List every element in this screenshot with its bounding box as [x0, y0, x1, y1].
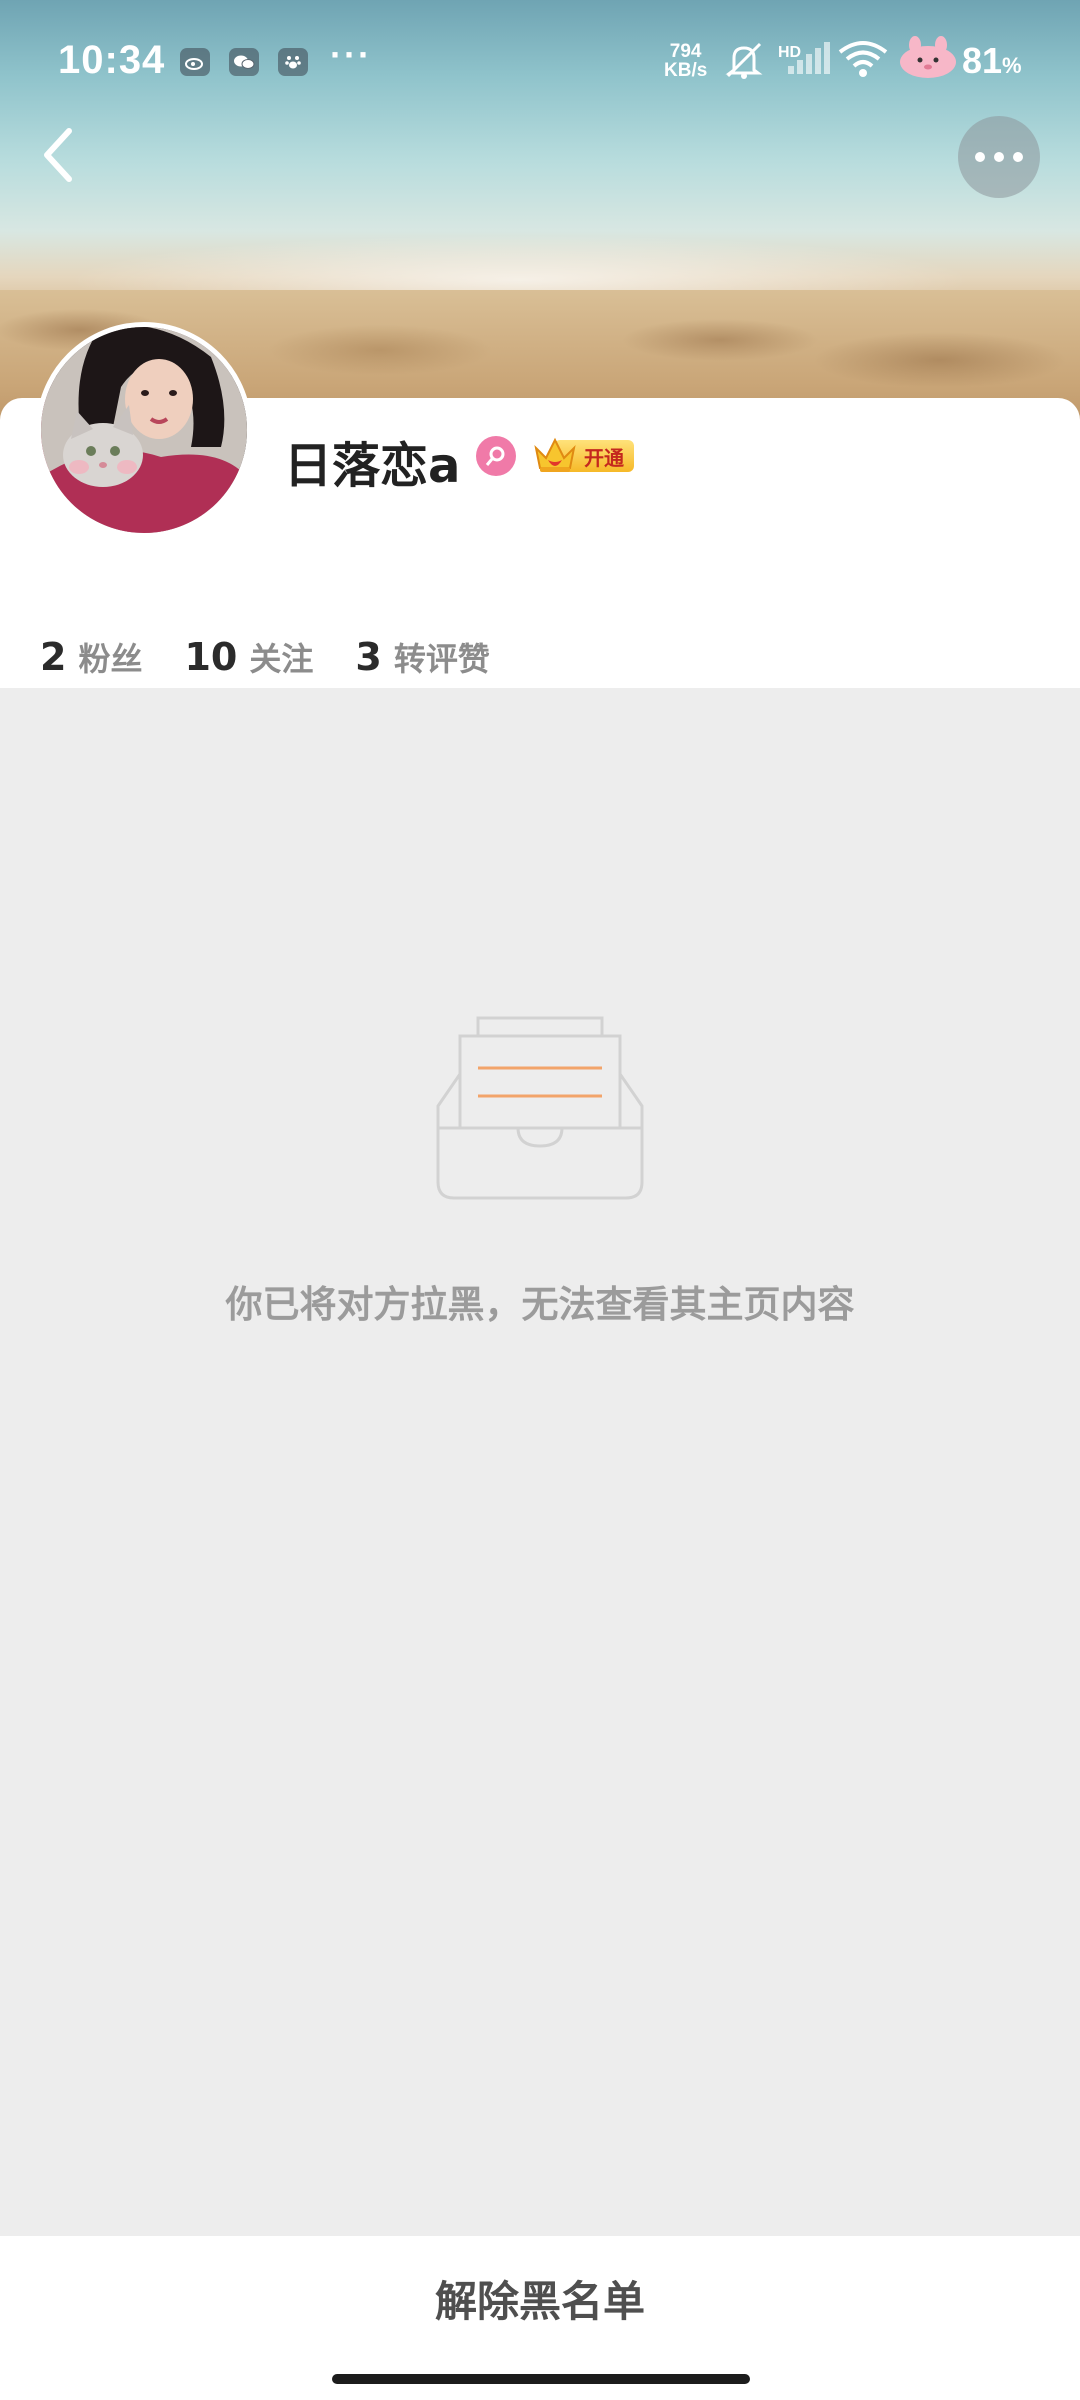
stat-followers-value: 2	[40, 635, 67, 679]
net-speed-unit: KB/s	[664, 60, 708, 81]
blocked-message: 你已将对方拉黑，无法查看其主页内容	[225, 1283, 855, 1326]
paw-icon	[278, 48, 308, 76]
wechat-icon	[229, 48, 259, 76]
stat-reposts-comments-likes-value: 3	[355, 635, 382, 679]
stat-reposts-comments-likes-label: 转评赞	[393, 640, 490, 678]
username: 日落恋a	[284, 438, 461, 494]
more-dots-icon	[975, 152, 1023, 162]
status-bar: 10:34 ··· 794 KB/s HD 81%	[0, 0, 1080, 120]
vip-open-badge[interactable]: 开通	[532, 436, 636, 476]
battery-percent-unit: %	[1002, 53, 1022, 78]
mute-icon	[722, 40, 766, 85]
unblock-button[interactable]: 解除黑名单	[0, 2236, 1080, 2360]
empty-inbox-icon	[436, 1016, 644, 1200]
battery-percent: 81%	[962, 40, 1022, 82]
avatar-image	[41, 327, 247, 533]
weibo-icon	[180, 48, 210, 76]
profile-stats: 2 粉丝 10 关注 3 转评赞	[40, 634, 532, 680]
home-indicator[interactable]	[332, 2374, 750, 2384]
more-options-button[interactable]	[958, 116, 1040, 198]
back-button[interactable]	[28, 122, 88, 188]
stat-following-value: 10	[184, 635, 238, 679]
battery-icon	[898, 36, 958, 85]
signal-icon	[786, 40, 830, 81]
stat-reposts-comments-likes[interactable]: 3 转评赞	[355, 634, 489, 680]
net-speed: 794 KB/s	[664, 42, 707, 80]
stat-following[interactable]: 10 关注	[184, 634, 313, 680]
status-time: 10:34	[58, 38, 166, 82]
female-icon	[485, 446, 505, 466]
status-overflow-dots: ···	[330, 34, 372, 75]
net-speed-value: 794	[669, 41, 702, 62]
battery-percent-value: 81	[962, 40, 1003, 81]
stat-followers-label: 粉丝	[78, 640, 143, 678]
stat-followers[interactable]: 2 粉丝	[40, 634, 142, 680]
crown-icon	[534, 437, 576, 472]
stat-following-label: 关注	[249, 640, 314, 678]
female-gender-badge	[476, 436, 516, 476]
avatar[interactable]	[36, 322, 252, 538]
bottom-action-bar: 解除黑名单	[0, 2236, 1080, 2400]
chevron-left-icon	[44, 128, 72, 182]
wifi-icon	[838, 40, 888, 83]
